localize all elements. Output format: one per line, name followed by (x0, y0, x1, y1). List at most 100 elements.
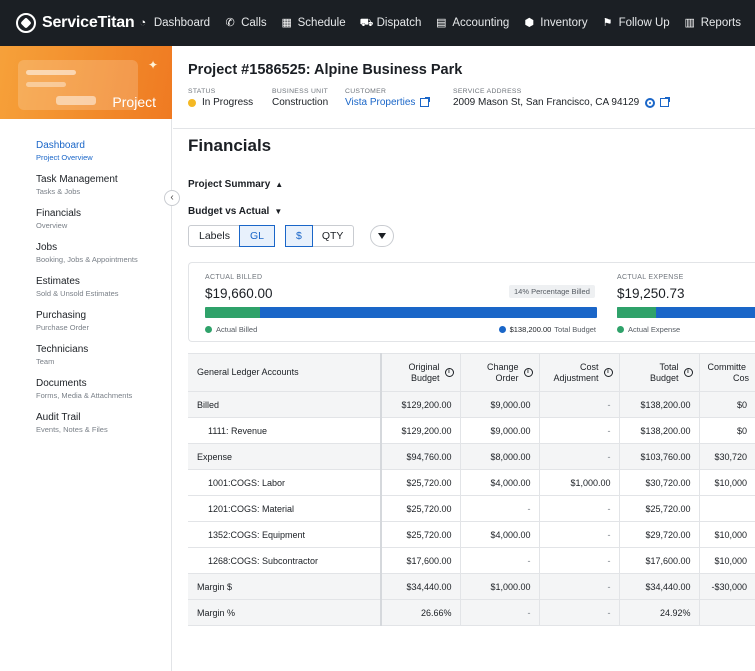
banner-pill (56, 96, 96, 105)
status-label: STATUS (188, 88, 216, 95)
project-summary-toggle[interactable]: Project Summary ▲ (188, 179, 283, 190)
actual-billed-bar-segment (205, 307, 260, 318)
column-header-total-budget[interactable]: Total Budget i (619, 353, 700, 392)
nav-item-dashboard[interactable]: ◔ Dashboard (137, 17, 210, 29)
total-budget-value: $138,200.00 (509, 325, 552, 334)
table-cell: - (539, 521, 620, 548)
account-name-cell: 1352:COGS: Equipment (188, 521, 382, 548)
table-cell: $1,000.00 (460, 573, 540, 600)
sidebar-item-jobs[interactable]: Jobs Booking, Jobs & Appointments (36, 242, 166, 265)
sidebar-item-subtitle: Overview (36, 221, 68, 230)
table-cell: $25,720.00 (381, 521, 461, 548)
sidebar: ✦ Project Dashboard Project Overview Task … (0, 46, 180, 671)
table-cell: $25,720.00 (381, 495, 461, 522)
servicetitan-logo[interactable]: ServiceTitan (0, 13, 137, 33)
sparkle-icon: ✦ (148, 58, 159, 72)
table-cell: $34,440.00 (381, 573, 461, 600)
header-line: Committe (707, 361, 747, 372)
info-icon[interactable]: i (683, 368, 693, 377)
nav-item-inventory[interactable]: ⬢ Inventory (523, 17, 587, 29)
sidebar-item-financials[interactable]: Financials Overview (36, 208, 166, 231)
table-cell: $0 (699, 417, 755, 444)
service-address-label: SERVICE ADDRESS (453, 88, 522, 95)
sidebar-item-title: Documents (36, 378, 87, 389)
total-budget-legend-text: Total Budget (554, 325, 596, 334)
actual-expense-legend: Actual Expense (617, 325, 680, 334)
actual-billed-label: ACTUAL BILLED (205, 274, 263, 281)
table-row: Billed $129,200.00 $9,000.00- $138,200.00 $0 (188, 391, 755, 418)
customer-link[interactable]: Vista Properties (345, 97, 415, 108)
table-cell: $94,760.00 (381, 443, 461, 470)
nav-item-accounting[interactable]: ▤ Accounting (435, 17, 509, 29)
actual-billed-dot-icon (205, 326, 212, 333)
nav-item-dispatch[interactable]: ⛟ Dispatch (360, 17, 422, 29)
table-cell: - (539, 573, 620, 600)
box-icon: ⬢ (524, 17, 535, 29)
caret-up-icon: ▲ (275, 180, 284, 189)
table-cell: $30,720.00 (619, 469, 700, 496)
labels-option[interactable]: Labels (189, 226, 240, 246)
table-row: 1201:COGS: Material $25,720.00- - $25,720.0… (188, 495, 755, 522)
nav-item-reports[interactable]: ▥ Reports (684, 17, 741, 29)
nav-item-follow-up[interactable]: ⚑ Follow Up (602, 17, 670, 29)
table-cell: $10,000 (699, 521, 755, 548)
sidebar-item-purchasing[interactable]: Purchasing Purchase Order (36, 310, 166, 333)
table-cell: $10,000 (699, 469, 755, 496)
gl-option[interactable]: GL (238, 225, 275, 247)
nav-item-label: Accounting (452, 17, 510, 29)
info-icon[interactable]: i (523, 368, 533, 377)
external-link-icon[interactable] (660, 97, 671, 107)
sidebar-item-estimates[interactable]: Estimates Sold & Unsold Estimates (36, 276, 166, 299)
nav-item-schedule[interactable]: ▦ Schedule (281, 17, 345, 29)
dollar-qty-toggle: $ QTY (284, 225, 355, 247)
info-icon[interactable]: i (444, 368, 454, 377)
sidebar-item-task-management[interactable]: Task Management Tasks & Jobs (36, 174, 166, 197)
sidebar-item-subtitle: Tasks & Jobs (36, 187, 81, 196)
sidebar-item-title: Technicians (36, 344, 89, 355)
qty-option[interactable]: QTY (312, 226, 354, 246)
header-line: Total (659, 361, 679, 372)
sidebar-item-dashboard[interactable]: Dashboard Project Overview (36, 140, 166, 163)
header-line: Change (486, 361, 519, 372)
nav-item-label: Dashboard (153, 17, 211, 29)
main-content: Project #1586525: Alpine Business Park S… (173, 46, 755, 671)
filter-button[interactable] (370, 225, 395, 247)
project-summary-label: Project Summary (188, 179, 271, 190)
service-address-value: 2009 Mason St, San Francisco, CA 94129 (453, 97, 640, 108)
table-cell: - (460, 599, 540, 626)
account-name-cell: Billed (188, 391, 382, 418)
column-header-cost-adjustment[interactable]: Cost Adjustment i (539, 353, 620, 392)
sidebar-item-audit-trail[interactable]: Audit Trail Events, Notes & Files (36, 412, 166, 435)
account-name-cell: Expense (188, 443, 382, 470)
sidebar-item-technicians[interactable]: Technicians Team (36, 344, 166, 367)
nav-item-calls[interactable]: ✆ Calls (224, 17, 266, 29)
sidebar-item-title: Estimates (36, 276, 80, 287)
table-cell: - (539, 495, 620, 522)
column-header-committed-cost[interactable]: Committe Cos (699, 353, 755, 392)
table-cell: 26.66% (381, 599, 461, 626)
status-field: STATUS In Progress (188, 88, 253, 108)
table-cell (699, 599, 755, 626)
ledger-icon: ▤ (436, 17, 447, 29)
sidebar-item-subtitle: Booking, Jobs & Appointments (36, 255, 138, 264)
chart-icon: ▥ (684, 17, 695, 29)
nav-item-label: Reports (700, 17, 741, 29)
column-header-account[interactable]: General Ledger Accounts (188, 353, 382, 392)
dollar-option[interactable]: $ (284, 225, 313, 247)
table-cell: $17,600.00 (619, 547, 700, 574)
actual-expense-bar-segment (617, 307, 656, 318)
column-header-original-budget[interactable]: Original Budget i (381, 353, 461, 392)
business-unit-value: Construction (272, 97, 329, 108)
column-header-change-order[interactable]: Change Order i (460, 353, 540, 392)
total-budget-bar-segment (259, 307, 597, 318)
sidebar-item-subtitle: Sold & Unsold Estimates (36, 289, 119, 298)
info-icon[interactable]: i (603, 368, 613, 377)
nav-item-label: Follow Up (618, 17, 670, 29)
caret-down-icon: ▼ (274, 207, 283, 216)
sidebar-item-documents[interactable]: Documents Forms, Media & Attachments (36, 378, 166, 401)
budget-vs-actual-dropdown[interactable]: Budget vs Actual ▼ (188, 206, 282, 217)
map-pin-icon[interactable] (645, 97, 656, 108)
business-unit-label: BUSINESS UNIT (272, 88, 329, 95)
external-link-icon[interactable] (420, 97, 431, 107)
filter-icon (378, 233, 387, 239)
